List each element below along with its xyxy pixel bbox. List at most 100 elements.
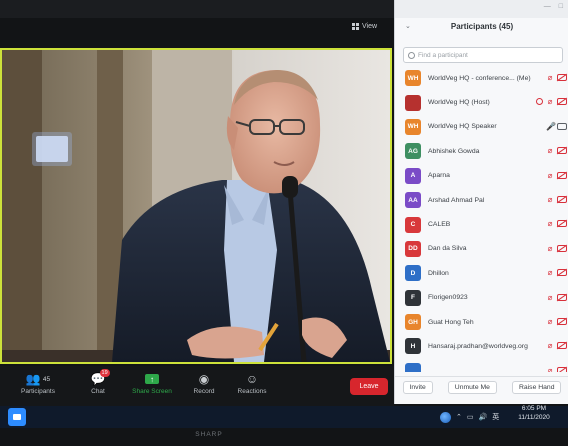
participant-status-icons: 🎤: [546, 122, 567, 131]
participant-name: Abhishek Gowda: [428, 147, 480, 155]
participant-status-icons: ⌀: [546, 73, 567, 82]
speaker-video-frame: [2, 50, 390, 362]
participants-label: Participants: [21, 388, 55, 395]
chat-badge: 19: [99, 369, 110, 377]
participant-avatar: GH: [405, 314, 421, 331]
mic-muted-icon: ⌀: [547, 73, 553, 82]
participant-row[interactable]: WorldVeg HQ (Host) ⌀: [395, 90, 568, 114]
taskbar-clock[interactable]: 6:05 PM 11/11/2020: [514, 404, 554, 422]
participant-status-icons: ⌀: [546, 293, 567, 302]
camera-off-icon: [557, 220, 567, 228]
raise-hand-button[interactable]: Raise Hand: [511, 380, 562, 394]
camera-off-icon: [557, 171, 567, 179]
participant-search-input[interactable]: [418, 51, 558, 59]
camera-off-icon: [557, 74, 567, 81]
participant-row[interactable]: D Dhillon ⌀: [395, 261, 568, 285]
camera-off-icon: [557, 317, 567, 325]
view-button[interactable]: View: [352, 18, 377, 34]
camera-off-icon: [557, 244, 567, 252]
host-indicator-icon: [536, 98, 543, 106]
participant-status-icons: ⌀: [546, 244, 567, 253]
reactions-icon: ☺: [245, 372, 259, 386]
panel-title-bar: — □: [395, 0, 568, 18]
share-screen-button[interactable]: ↑ Share Screen: [124, 370, 180, 404]
meeting-toolbar: 👥 45 Participants 💬 19 Chat ↑ Share Screen…: [0, 366, 394, 406]
participant-avatar: H: [405, 338, 421, 355]
participant-row[interactable]: A Aparna ⌀: [395, 164, 568, 188]
clock-date: 11/11/2020: [518, 414, 550, 421]
camera-on-icon: [557, 122, 567, 130]
participant-name: Dan da Silva: [428, 245, 467, 253]
participant-status-icons: ⌀: [536, 97, 567, 106]
participant-status-icons: ⌀: [546, 195, 567, 204]
language-icon[interactable]: 英: [492, 412, 499, 422]
participant-status-icons: ⌀: [546, 366, 567, 372]
panel-title: Participants (45): [450, 22, 514, 31]
reactions-label: Reactions: [237, 388, 267, 395]
participant-row[interactable]: C CALEB ⌀: [395, 212, 568, 236]
participant-row[interactable]: WH WorldVeg HQ Speaker 🎤: [395, 115, 568, 139]
participant-avatar: DD: [405, 240, 421, 257]
participant-name: WorldVeg HQ Speaker: [428, 123, 497, 131]
participant-row[interactable]: AG Abhishek Gowda ⌀: [395, 139, 568, 163]
participant-row[interactable]: F Florigen0923 ⌀: [395, 286, 568, 310]
participant-name: Dhillon: [428, 269, 449, 277]
clock-time: 6:05 PM: [521, 405, 547, 412]
zoom-taskbar-icon[interactable]: [8, 408, 26, 426]
chat-button[interactable]: 💬 19 Chat: [70, 369, 126, 404]
participant-avatar: AG: [405, 143, 421, 160]
participant-search[interactable]: [403, 47, 563, 63]
leave-button[interactable]: Leave: [350, 378, 388, 395]
participant-status-icons: ⌀: [546, 341, 567, 350]
mic-on-icon: 🎤: [546, 121, 556, 131]
volume-icon[interactable]: 🔊: [479, 413, 488, 421]
participant-status-icons: ⌀: [546, 219, 567, 228]
monitor-brand: SHARP: [195, 431, 223, 438]
mic-muted-icon: ⌀: [547, 365, 553, 372]
mic-muted-icon: ⌀: [547, 243, 553, 253]
participant-avatar: D: [405, 265, 421, 282]
participant-name: CALEB: [428, 221, 451, 229]
active-speaker-video: [0, 48, 392, 364]
participant-avatar: AA: [405, 192, 421, 209]
participant-name: WorldVeg HQ - conference... (Me): [428, 74, 531, 82]
reactions-button[interactable]: ☺ Reactions: [224, 370, 280, 404]
record-label: Record: [193, 388, 215, 395]
participants-panel: — □ ⌄ Participants (45) WHWorldVeg HQ - …: [394, 0, 568, 404]
share-screen-icon: ↑: [145, 374, 159, 384]
camera-off-icon: [557, 147, 567, 155]
mic-muted-icon: ⌀: [547, 219, 553, 229]
participant-row[interactable]: ⌀: [395, 359, 568, 372]
participant-status-icons: ⌀: [546, 146, 567, 155]
participant-name: WorldVeg HQ (Host): [428, 99, 490, 107]
minimize-icon[interactable]: —: [544, 3, 551, 10]
participant-row[interactable]: GH Guat Hong Teh ⌀: [395, 310, 568, 334]
participants-icon: 👥 45: [25, 372, 51, 386]
participant-row[interactable]: AA Arshad Ahmad Pal ⌀: [395, 188, 568, 212]
participant-row[interactable]: H Hansaraj.pradhan@worldveg.org ⌀: [395, 334, 568, 358]
tray-up-arrow-icon[interactable]: ⌃: [456, 413, 462, 421]
mic-muted-icon: ⌀: [547, 170, 553, 180]
participant-name: Arshad Ahmad Pal: [428, 196, 485, 204]
panel-footer: Invite Unmute Me Raise Hand: [395, 376, 568, 397]
participant-row[interactable]: WH WorldVeg HQ - conference... (Me) ⌀: [395, 66, 568, 90]
mic-muted-icon: ⌀: [547, 146, 553, 156]
maximize-icon[interactable]: □: [559, 3, 563, 10]
unmute-me-button[interactable]: Unmute Me: [447, 380, 497, 394]
participant-status-icons: ⌀: [546, 171, 567, 180]
camera-off-icon: [557, 98, 567, 106]
mic-muted-icon: ⌀: [547, 292, 553, 302]
participant-row[interactable]: DD Dan da Silva ⌀: [395, 237, 568, 261]
camera-off-icon: [557, 293, 567, 301]
share-screen-label: Share Screen: [132, 388, 172, 395]
network-icon[interactable]: ▭: [467, 413, 474, 421]
participants-button[interactable]: 👥 45 Participants: [10, 370, 66, 404]
grid-view-icon: [352, 22, 359, 30]
participant-avatar: [405, 362, 421, 372]
participants-count: 45: [42, 375, 51, 383]
app-globe-icon[interactable]: [440, 411, 451, 423]
invite-button[interactable]: Invite: [402, 380, 433, 394]
participant-status-icons: ⌀: [546, 268, 567, 277]
participant-list: WH WorldVeg HQ - conference... (Me) ⌀ World…: [395, 66, 568, 372]
participant-avatar: WH: [405, 118, 421, 135]
